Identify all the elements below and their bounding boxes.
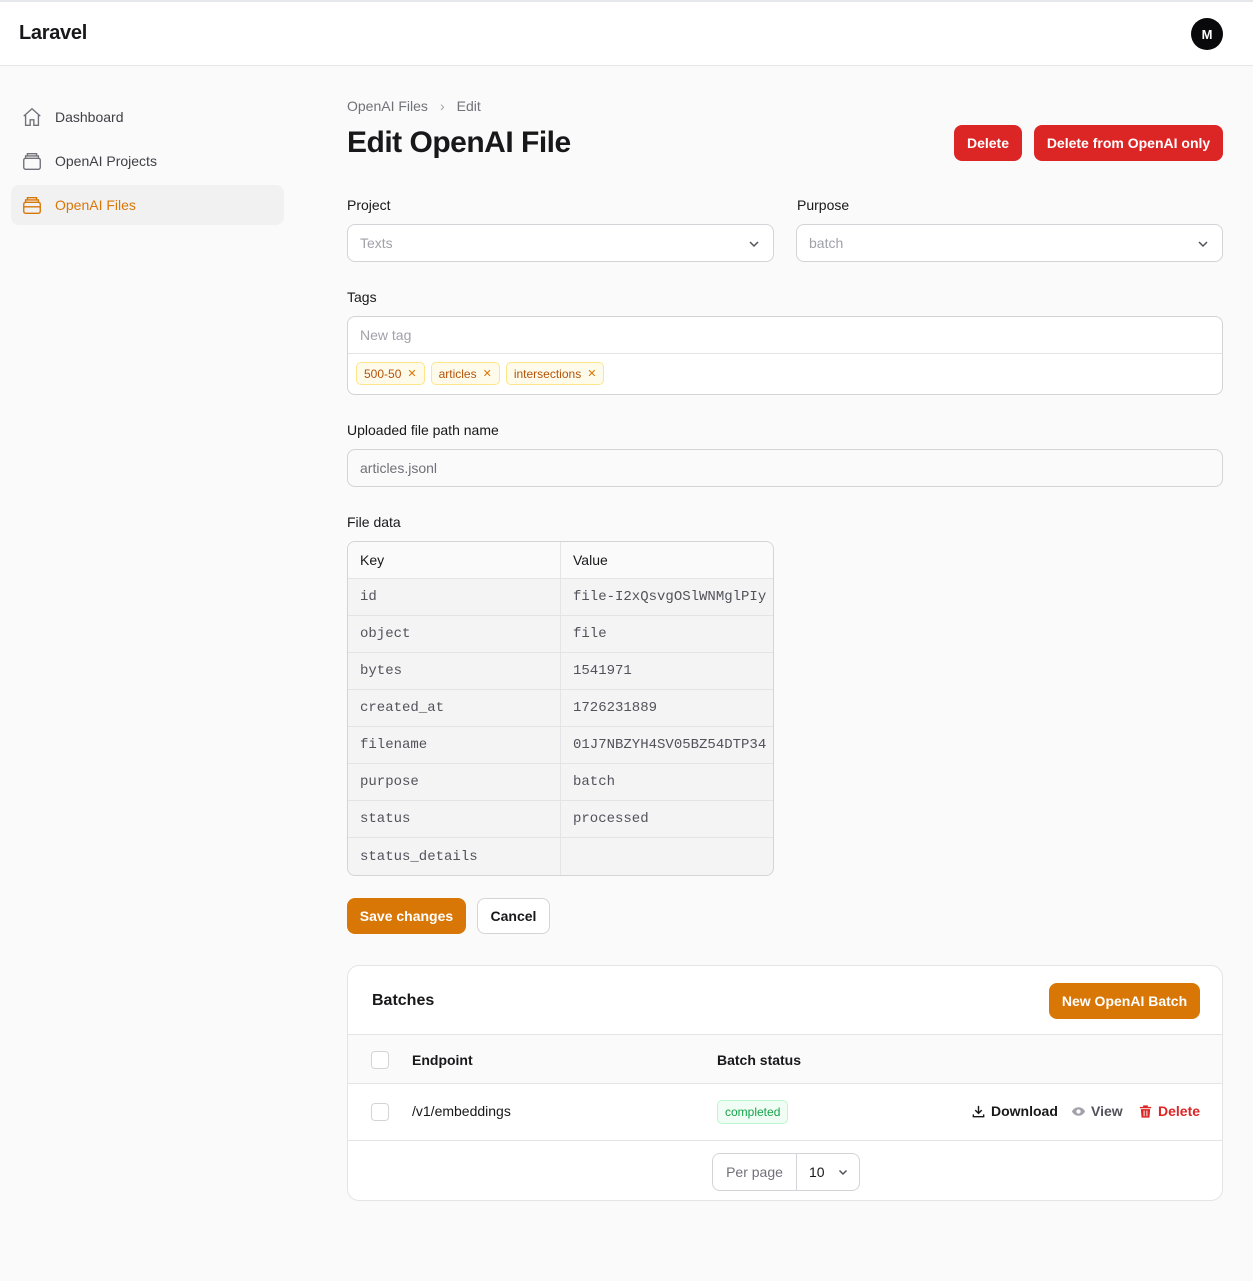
kv-key: purpose [348, 764, 561, 800]
chevron-right-icon: › [439, 98, 445, 114]
trash-icon [1139, 1104, 1152, 1118]
home-icon [23, 107, 41, 126]
kv-key: id [348, 579, 561, 615]
table-row: /v1/embeddings completed Download View D… [348, 1084, 1222, 1141]
tag-chip: intersections ✕ [505, 362, 605, 385]
table-row: purpose batch [348, 764, 773, 801]
kv-key: bytes [348, 653, 561, 689]
select-all-checkbox[interactable] [371, 1051, 389, 1069]
new-batch-button[interactable]: New OpenAI Batch [1049, 983, 1200, 1019]
sidebar-item-openai-files[interactable]: OpenAI Files [11, 185, 284, 225]
brand-logo[interactable]: Laravel [19, 22, 87, 45]
breadcrumb-current: Edit [456, 98, 481, 114]
tags-label: Tags [347, 289, 377, 305]
kv-key: created_at [348, 690, 561, 726]
endpoint-cell: /v1/embeddings [412, 1103, 511, 1119]
tag-chip: 500-50 ✕ [356, 362, 425, 385]
sidebar-item-label: OpenAI Files [55, 197, 136, 213]
tag-chip: articles ✕ [430, 362, 500, 385]
table-row: filename 01J7NBZYH4SV05BZ54DTP34 [348, 727, 773, 764]
purpose-label: Purpose [797, 197, 850, 213]
close-icon[interactable]: ✕ [483, 367, 492, 380]
sidebar-nav: Dashboard OpenAI Projects OpenAI Files [11, 97, 284, 229]
download-label: Download [991, 1103, 1058, 1119]
table-header: Key Value [348, 542, 773, 579]
path-label: Uploaded file path name [347, 422, 499, 438]
delete-label: Delete [1158, 1103, 1201, 1119]
tags-field: New tag 500-50 ✕ articles ✕ intersections ✕ [347, 316, 1223, 395]
row-checkbox[interactable] [371, 1103, 389, 1121]
top-bar: Laravel M [0, 0, 1253, 66]
chevron-down-icon [749, 241, 759, 248]
chevron-down-icon [838, 1169, 847, 1176]
avatar[interactable]: M [1191, 18, 1223, 50]
kv-key: object [348, 616, 561, 652]
table-row: status_details [348, 838, 773, 875]
kv-value[interactable]: 01J7NBZYH4SV05BZ54DTP34 [561, 727, 773, 763]
kv-value[interactable]: file [561, 616, 773, 652]
page-title: Edit OpenAI File [347, 126, 571, 159]
purpose-select[interactable]: batch [796, 224, 1223, 262]
table-row: created_at 1726231889 [348, 690, 773, 727]
tag-label: 500-50 [364, 366, 402, 381]
tag-list: 500-50 ✕ articles ✕ intersections ✕ [348, 354, 1222, 393]
kv-value[interactable]: 1726231889 [561, 690, 773, 726]
tag-label: articles [438, 366, 477, 381]
status-badge: completed [717, 1100, 789, 1124]
per-page-value-wrap[interactable]: 10 [797, 1154, 859, 1190]
per-page-value: 10 [809, 1164, 825, 1180]
kv-value[interactable]: processed [561, 801, 773, 837]
kv-value[interactable]: 1541971 [561, 653, 773, 689]
batches-title: Batches [372, 992, 435, 1009]
status-header[interactable]: Batch status [717, 1052, 801, 1068]
path-input[interactable]: articles.jsonl [347, 449, 1223, 487]
kv-key: filename [348, 727, 561, 763]
breadcrumb-parent[interactable]: OpenAI Files [347, 98, 428, 114]
table-header: Endpoint Batch status [348, 1034, 1222, 1084]
table-row: id file-I2xQsvgOSlWNMglPIy [348, 579, 773, 616]
file-data-table: Key Value id file-I2xQsvgOSlWNMglPIy obje… [347, 541, 774, 876]
delete-row-button[interactable]: Delete [1138, 1103, 1200, 1119]
kv-key: status [348, 801, 561, 837]
new-tag-input[interactable]: New tag [348, 317, 1222, 354]
kv-key: status_details [348, 838, 561, 875]
table-row: status processed [348, 801, 773, 838]
breadcrumb: OpenAI Files › Edit [347, 98, 481, 114]
value-header: Value [573, 552, 608, 568]
archive-icon [23, 152, 41, 170]
sidebar-item-label: Dashboard [55, 109, 124, 125]
table-row: bytes 1541971 [348, 653, 773, 690]
close-icon[interactable]: ✕ [587, 367, 596, 380]
close-icon[interactable]: ✕ [407, 367, 416, 380]
batches-panel: Batches New OpenAI Batch Endpoint Batch … [347, 965, 1223, 1201]
chevron-down-icon [1198, 241, 1208, 248]
sidebar-item-openai-projects[interactable]: OpenAI Projects [11, 141, 284, 181]
view-button[interactable]: View [1071, 1103, 1123, 1119]
project-select[interactable]: Texts [347, 224, 774, 262]
per-page-select[interactable]: Per page 10 [712, 1153, 860, 1191]
view-label: View [1091, 1103, 1123, 1119]
endpoint-header[interactable]: Endpoint [412, 1052, 473, 1068]
delete-from-openai-button[interactable]: Delete from OpenAI only [1034, 125, 1223, 161]
key-header: Key [348, 542, 561, 578]
per-page-label: Per page [713, 1154, 797, 1190]
kv-value[interactable]: batch [561, 764, 773, 800]
kv-value[interactable]: file-I2xQsvgOSlWNMglPIy [561, 579, 773, 615]
sidebar-item-dashboard[interactable]: Dashboard [11, 97, 284, 137]
save-changes-button[interactable]: Save changes [347, 898, 466, 934]
tag-label: intersections [513, 366, 582, 381]
delete-button[interactable]: Delete [954, 125, 1022, 161]
project-label: Project [347, 197, 391, 213]
project-select-value: Texts [360, 235, 393, 251]
table-row: object file [348, 616, 773, 653]
purpose-select-value: batch [809, 235, 844, 251]
download-button[interactable]: Download [971, 1103, 1058, 1119]
file-data-label: File data [347, 514, 401, 530]
download-icon [972, 1105, 985, 1117]
eye-icon [1071, 1106, 1086, 1116]
archive-icon [23, 196, 41, 214]
cancel-button[interactable]: Cancel [477, 898, 550, 934]
kv-value[interactable] [561, 838, 773, 875]
sidebar-item-label: OpenAI Projects [55, 153, 157, 169]
